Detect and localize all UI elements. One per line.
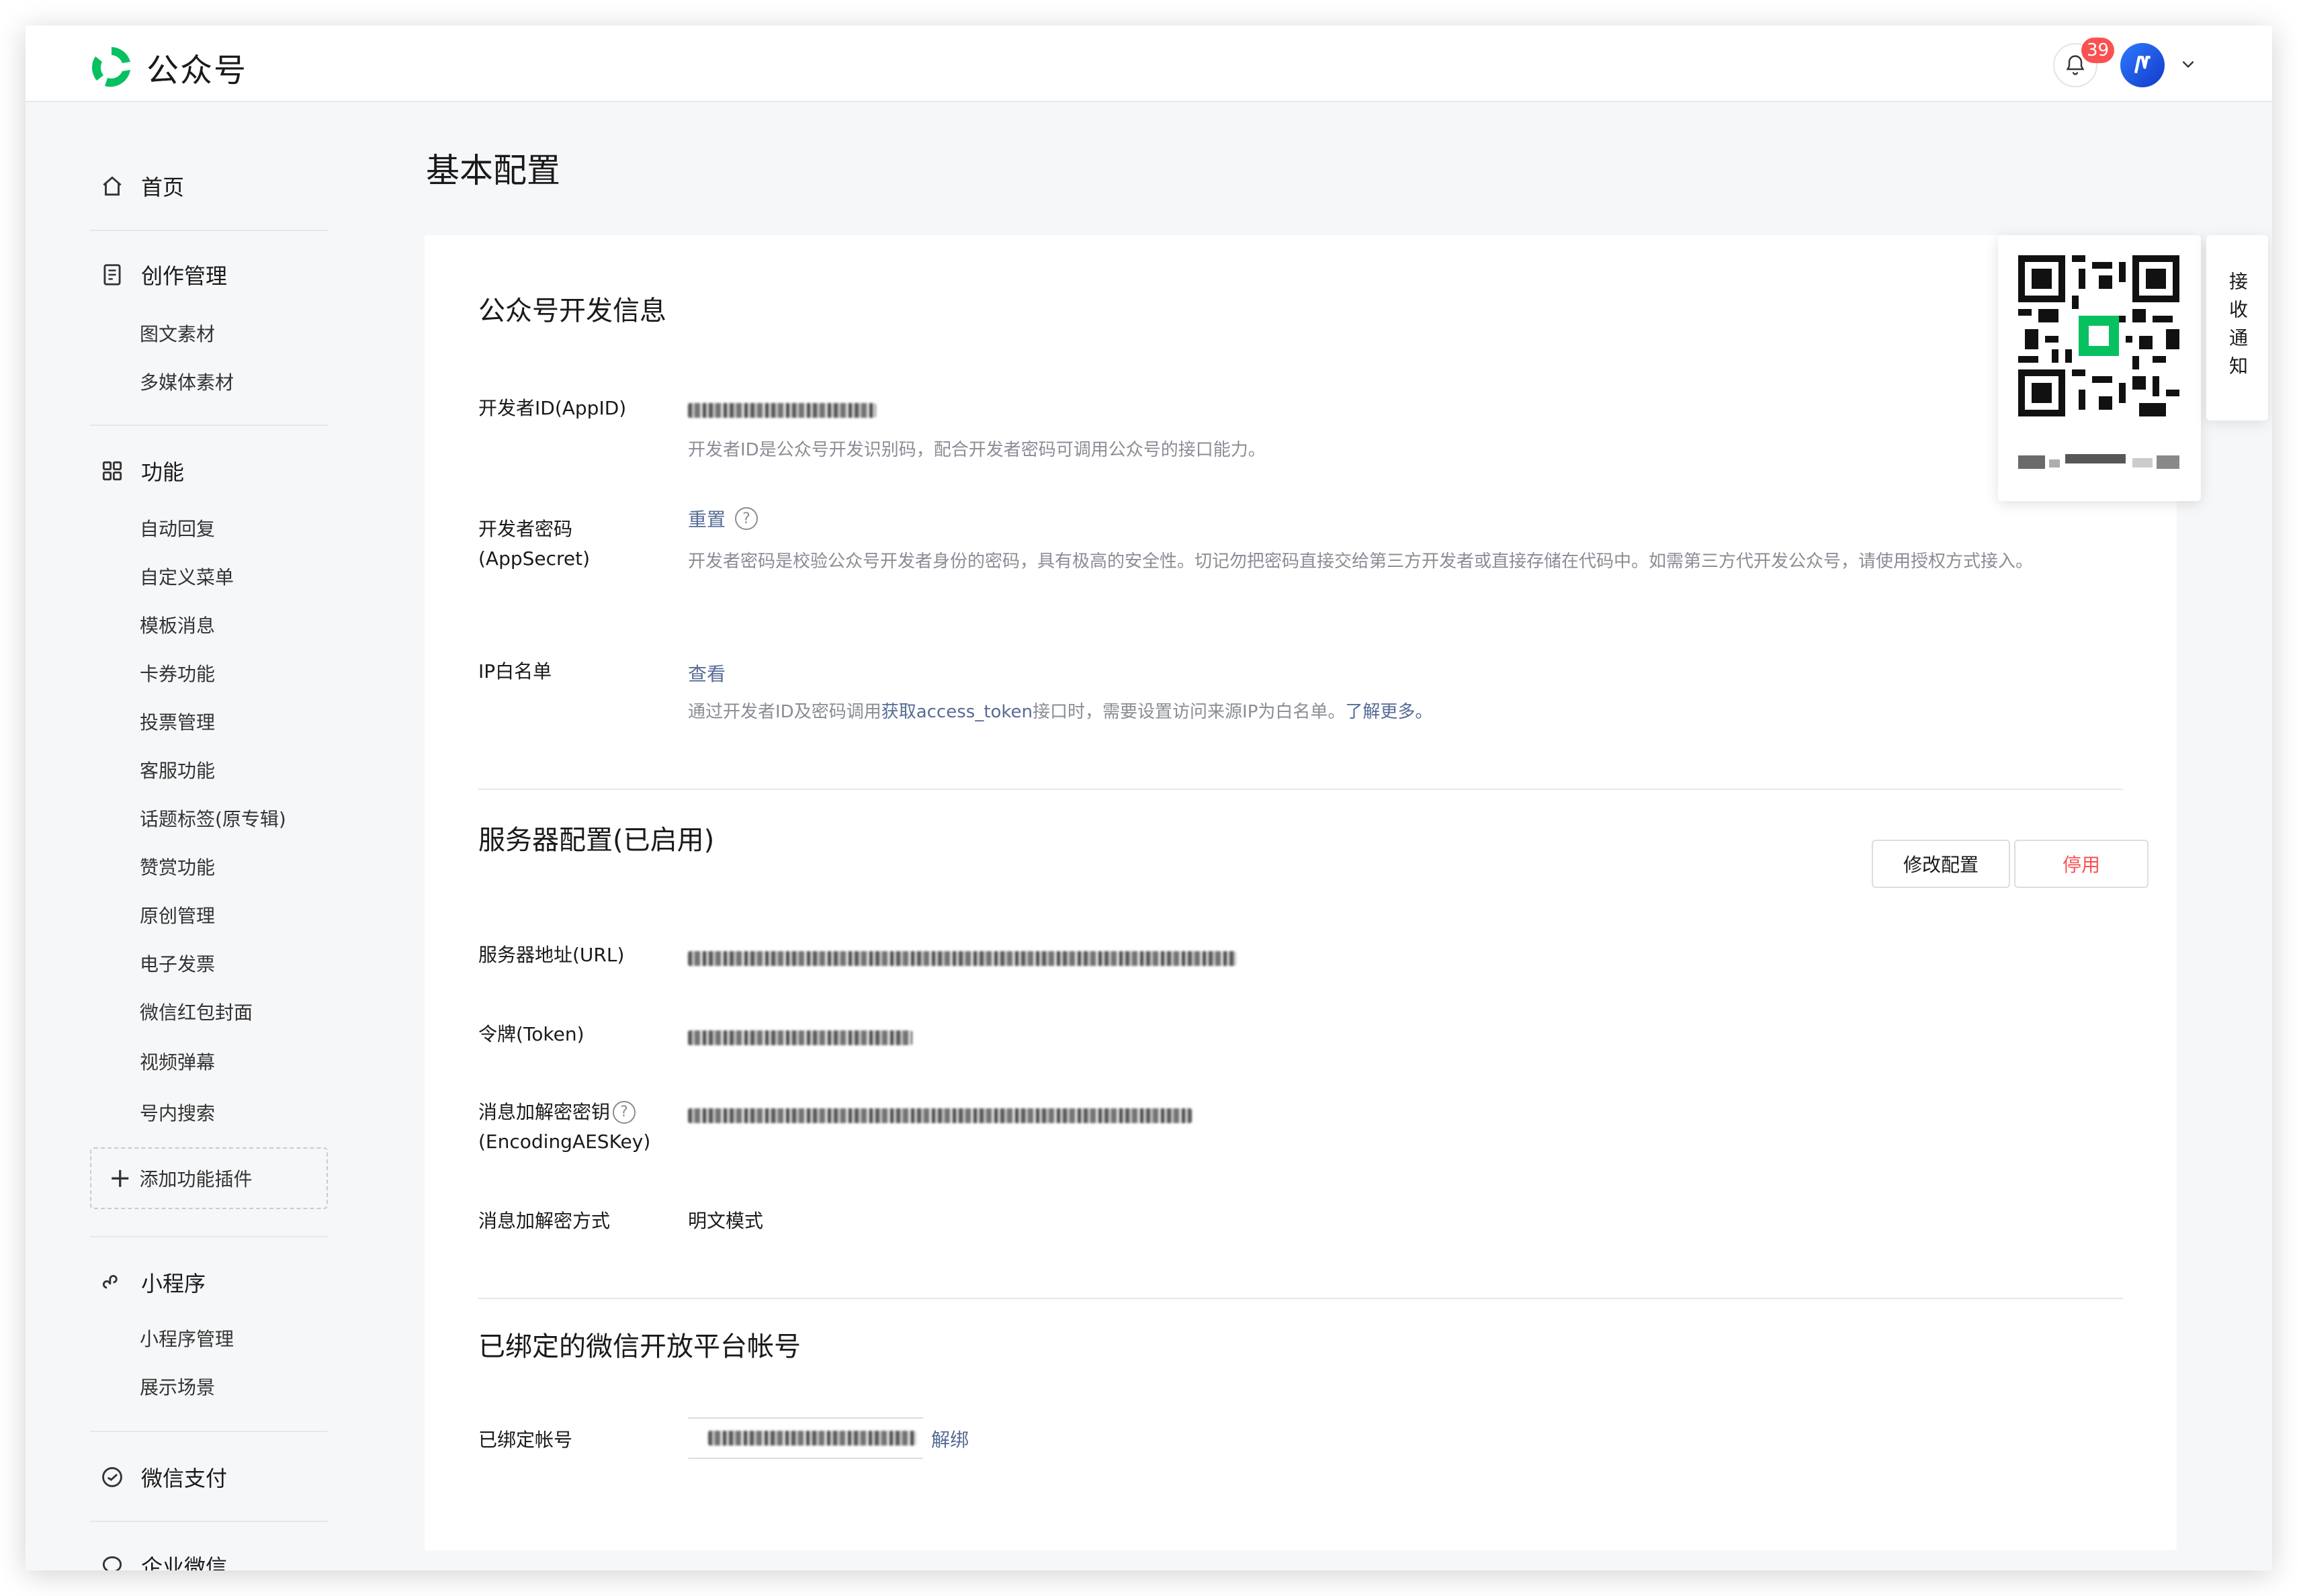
add-plugin-label: 添加功能插件 [139, 1168, 253, 1190]
ip-desc-text: 通过开发者ID及密码调用 [688, 702, 881, 722]
aes-key-label: 消息加解密密钥 ? [478, 1098, 636, 1127]
sidebar-item-video-danmaku[interactable]: 视频弹幕 [140, 1048, 215, 1075]
appid-label: 开发者ID(AppID) [478, 397, 627, 419]
section-divider [478, 1298, 2123, 1299]
appsecret-description: 开发者密码是校验公众号开发者身份的密码，具有极高的安全性。切记勿把密码直接交给第… [688, 551, 2034, 572]
sidebar-section-label: 创作管理 [141, 263, 228, 289]
access-token-link[interactable]: 获取access_token [881, 702, 1033, 722]
app-name: 公众号 [146, 52, 248, 89]
plus-icon: + [109, 1163, 132, 1194]
sidebar-item-enterprise-wechat[interactable]: 企业微信 [99, 1550, 227, 1570]
qr-code-icon [2018, 255, 2179, 416]
sidebar-item-vote[interactable]: 投票管理 [140, 708, 215, 735]
reset-secret-link[interactable]: 重置 [688, 505, 726, 532]
notification-badge: 39 [2081, 38, 2115, 63]
sidebar-divider [90, 1431, 328, 1432]
mini-program-icon [102, 1275, 118, 1289]
sidebar-divider [90, 425, 328, 426]
ip-whitelist-description: 通过开发者ID及密码调用获取access_token接口时，需要设置访问来源IP… [688, 697, 1432, 727]
avatar-logo-icon [2134, 56, 2151, 74]
disable-button[interactable]: 停用 [2014, 840, 2149, 888]
config-card: 公众号开发信息 开发者ID(AppID) 开发者ID是公众号开发识别码，配合开发… [425, 235, 2177, 1550]
sidebar-item-label: 企业微信 [141, 1554, 228, 1570]
dev-info-title: 公众号开发信息 [478, 296, 666, 326]
learn-more-link[interactable]: 了解更多。 [1345, 702, 1432, 722]
open-platform-title: 已绑定的微信开放平台帐号 [478, 1331, 801, 1362]
server-url-label: 服务器地址(URL) [478, 944, 625, 966]
sidebar-item-home[interactable]: 首页 [99, 171, 184, 202]
section-divider [478, 789, 2123, 790]
modify-config-button[interactable]: 修改配置 [1872, 840, 2010, 888]
bound-account-value [688, 1417, 923, 1459]
sidebar-item-template-message[interactable]: 模板消息 [140, 611, 215, 638]
sidebar-item-coupon[interactable]: 卡券功能 [140, 660, 215, 686]
token-label: 令牌(Token) [478, 1023, 584, 1045]
sidebar-item-topic-tags[interactable]: 话题标签(原专辑) [140, 805, 286, 832]
wechat-mp-logo-icon [91, 47, 130, 87]
sidebar-divider [90, 1236, 328, 1237]
aes-key-value [688, 1106, 1192, 1128]
document-icon [103, 264, 121, 285]
unbind-link[interactable]: 解绑 [931, 1425, 969, 1455]
receive-notification-label: 接收通知 [2226, 271, 2249, 384]
token-value [688, 1028, 912, 1050]
sidebar-item-news-material[interactable]: 图文素材 [140, 320, 215, 347]
bound-account-label: 已绑定帐号 [478, 1429, 573, 1451]
server-url-value [688, 948, 1236, 971]
aes-key-label-text: 消息加解密密钥 [478, 1101, 611, 1123]
sidebar-item-auto-reply[interactable]: 自动回复 [140, 515, 215, 541]
top-bar: 公众号 39 [26, 26, 2272, 102]
appid-value [688, 400, 876, 423]
sidebar: 首页 创作管理 图文素材 多媒体素材 功能 自动回复 自定义菜单 模板消息 卡券… [26, 102, 375, 1570]
appid-description: 开发者ID是公众号开发识别码，配合开发者密码可调用公众号的接口能力。 [688, 440, 1266, 460]
appsecret-actions: 重置 ? [688, 505, 758, 532]
sidebar-item-mini-program-manage[interactable]: 小程序管理 [140, 1325, 234, 1351]
home-icon [103, 176, 122, 196]
appsecret-label: 开发者密码(AppSecret) [478, 518, 591, 570]
logo[interactable]: 公众号 [87, 43, 247, 91]
sidebar-section-features[interactable]: 功能 [99, 455, 184, 486]
chevron-down-icon[interactable] [2179, 55, 2197, 73]
sidebar-section-creation[interactable]: 创作管理 [99, 259, 227, 290]
sidebar-item-display-scenes[interactable]: 展示场景 [140, 1373, 215, 1400]
encryption-mode-value: 明文模式 [688, 1210, 764, 1232]
sidebar-item-media-material[interactable]: 多媒体素材 [140, 368, 234, 395]
sidebar-divider [90, 1521, 328, 1522]
sidebar-item-label: 微信支付 [141, 1466, 228, 1491]
ip-desc-text: 接口时，需要设置访问来源IP为白名单。 [1033, 702, 1346, 722]
enterprise-wechat-icon [102, 1556, 122, 1570]
server-config-title: 服务器配置(已启用) [478, 825, 715, 856]
grid-icon [102, 461, 122, 481]
sidebar-item-customer-service[interactable]: 客服功能 [140, 756, 215, 783]
sidebar-item-e-invoice[interactable]: 电子发票 [140, 950, 215, 977]
qr-caption-blurred [2018, 454, 2179, 469]
view-ip-whitelist-link[interactable]: 查看 [688, 660, 726, 686]
wechat-pay-icon [102, 1467, 122, 1487]
sidebar-section-label: 小程序 [141, 1271, 206, 1296]
sidebar-item-in-account-search[interactable]: 号内搜索 [140, 1099, 215, 1126]
aes-key-label-sub: (EncodingAESKey) [478, 1130, 651, 1153]
sidebar-item-red-packet-cover[interactable]: 微信红包封面 [140, 998, 253, 1025]
encryption-mode-label: 消息加解密方式 [478, 1210, 611, 1232]
add-plugin-button[interactable]: + 添加功能插件 [90, 1147, 328, 1209]
avatar[interactable] [2120, 43, 2165, 87]
ip-whitelist-label: IP白名单 [478, 660, 552, 682]
sidebar-item-wechat-pay[interactable]: 微信支付 [99, 1462, 227, 1493]
sidebar-item-label: 首页 [141, 175, 185, 200]
help-icon[interactable]: ? [735, 507, 758, 530]
sidebar-section-label: 功能 [141, 459, 185, 485]
app-window: 公众号 39 首页 创作管理 图文素材 多媒体素材 功能 自动回复 自定义菜单 … [26, 26, 2272, 1570]
page-title: 基本配置 [426, 151, 560, 190]
qr-code-card[interactable] [1998, 235, 2201, 501]
sidebar-item-reward[interactable]: 赞赏功能 [140, 853, 215, 880]
receive-notification-tab[interactable]: 接收通知 [2206, 235, 2268, 420]
sidebar-section-mini-program[interactable]: 小程序 [99, 1267, 206, 1298]
sidebar-divider [90, 230, 328, 231]
help-icon[interactable]: ? [613, 1101, 636, 1124]
sidebar-item-custom-menu[interactable]: 自定义菜单 [140, 563, 234, 590]
sidebar-item-original[interactable]: 原创管理 [140, 901, 215, 928]
